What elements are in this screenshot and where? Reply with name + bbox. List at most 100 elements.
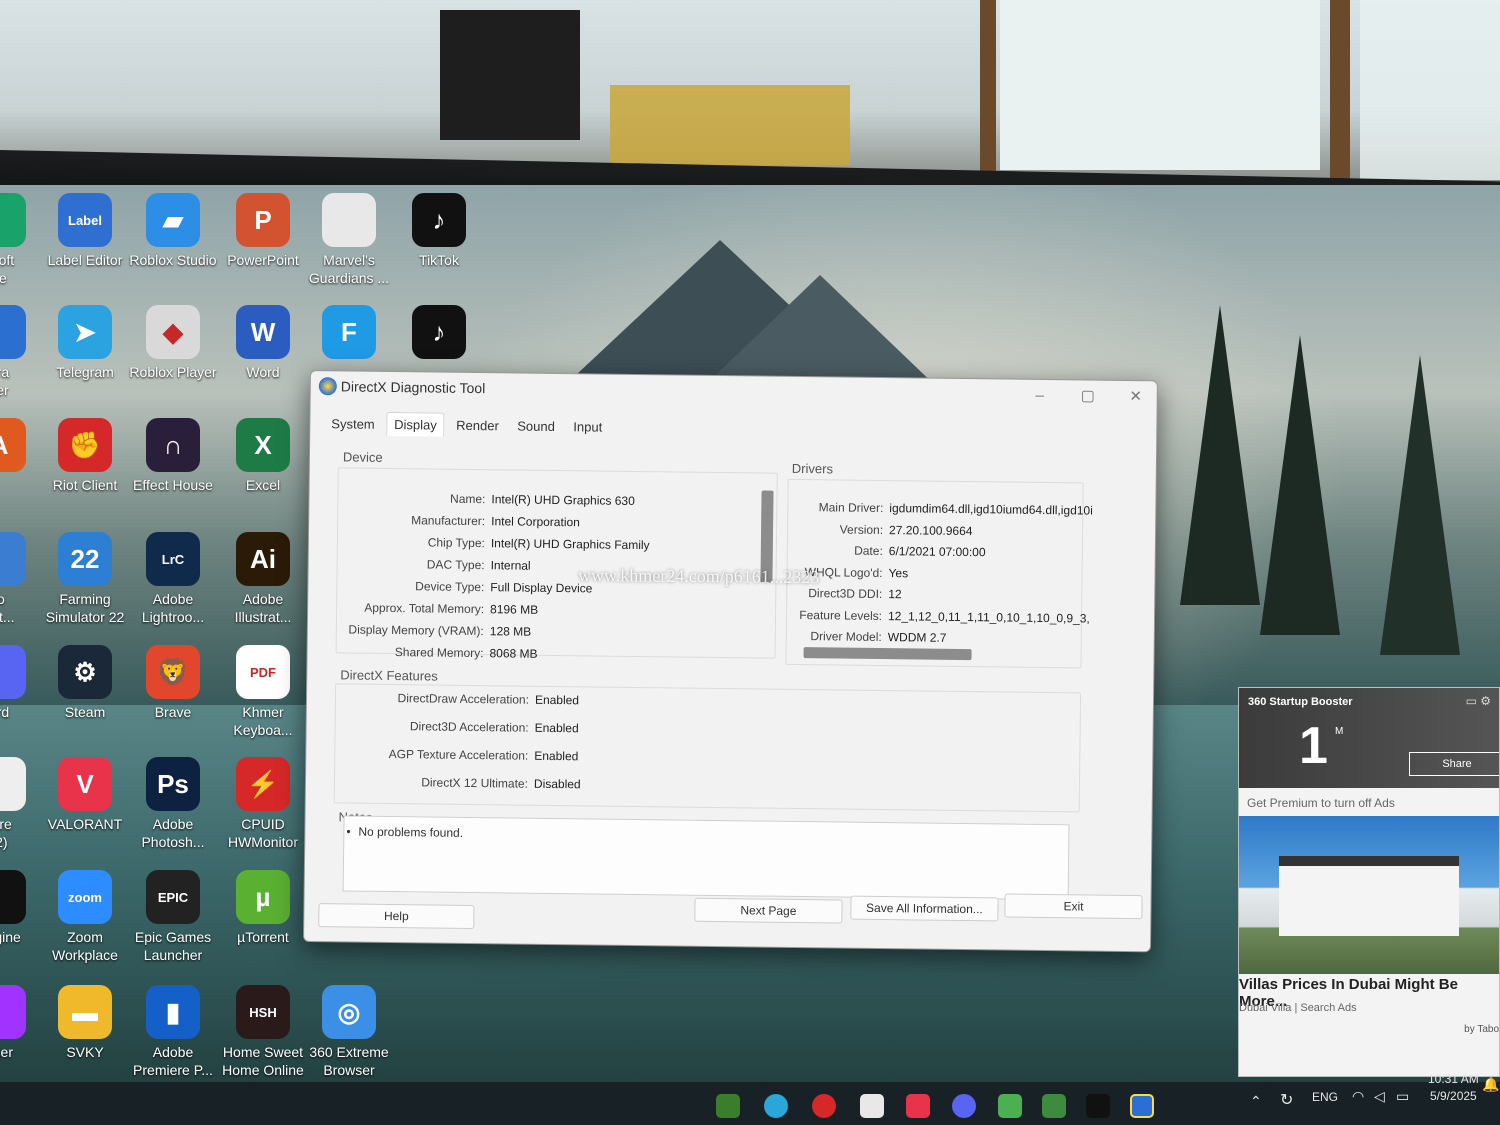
desktop-icon-tiktok-1[interactable]: ♪ TikTok bbox=[394, 193, 484, 269]
driver-value: 12_1,12_0,11_1,11_0,10_1,10_0,9_3, bbox=[887, 608, 1090, 626]
desktop-icon-app-f[interactable]: F bbox=[304, 305, 394, 363]
exit-button[interactable]: Exit bbox=[1004, 893, 1143, 920]
ad-image[interactable] bbox=[1239, 816, 1499, 974]
desktop-icon-zoom[interactable]: zoom Zoom Workplace bbox=[40, 870, 130, 964]
drivers-heading: Drivers bbox=[791, 460, 834, 477]
notes-box[interactable]: No problems found. bbox=[342, 815, 1070, 901]
desktop-icon-roblox-player[interactable]: ◆ Roblox Player bbox=[128, 305, 218, 381]
tab-input[interactable]: Input bbox=[566, 415, 609, 439]
desktop-icon-discord-cut[interactable]: ord bbox=[0, 645, 44, 721]
taskbar-app-icon[interactable] bbox=[952, 1094, 976, 1118]
clock-time[interactable]: 10:31 AM bbox=[1428, 1072, 1479, 1086]
device-value: 8068 MB bbox=[489, 646, 538, 661]
close-button[interactable]: ✕ bbox=[1119, 385, 1153, 409]
desktop-icon-brave[interactable]: 🦁 Brave bbox=[128, 645, 218, 721]
language-indicator[interactable]: ENG bbox=[1312, 1090, 1338, 1104]
desktop-icon-label: Label Editor bbox=[47, 252, 123, 268]
desktop-icon-home-sweet-home[interactable]: HSH Home Sweet Home Online bbox=[218, 985, 308, 1079]
desktop-icon-steam[interactable]: ⚙ Steam bbox=[40, 645, 130, 721]
desktop-icon-effect-house[interactable]: ∩ Effect House bbox=[128, 418, 218, 494]
driver-label: Main Driver: bbox=[818, 500, 884, 516]
driver-value: WDDM 2.7 bbox=[887, 630, 947, 645]
directx-taskbar-icon[interactable] bbox=[1130, 1094, 1154, 1118]
desktop-icon-utorrent[interactable]: µ µTorrent bbox=[218, 870, 308, 946]
desktop-icon-cpuid-hwmonitor[interactable]: ⚡ CPUID HWMonitor bbox=[218, 757, 308, 851]
taskbar-app-icon[interactable] bbox=[1042, 1094, 1066, 1118]
desktop-icon-adobe-premiere[interactable]: ▮ Adobe Premiere P... bbox=[128, 985, 218, 1079]
device-row: Device Type: Full Display Device bbox=[324, 577, 592, 596]
desktop-icon-app-a[interactable]: A bbox=[0, 418, 44, 476]
tiktok-icon[interactable] bbox=[1086, 1094, 1110, 1118]
help-button[interactable]: Help bbox=[318, 903, 475, 930]
tab-display[interactable]: Display bbox=[385, 411, 445, 437]
desktop-icon-riot-client[interactable]: ✊ Riot Client bbox=[40, 418, 130, 494]
tab-render[interactable]: Render bbox=[449, 414, 506, 438]
desktop-icon-powerpoint[interactable]: P PowerPoint bbox=[218, 193, 308, 269]
minimize-button[interactable]: – bbox=[1023, 384, 1057, 408]
desktop-icon-farming-simulator[interactable]: 22 Farming Simulator 22 bbox=[40, 532, 130, 626]
desktop-icon-wire-cut[interactable]: wire (2) bbox=[0, 757, 44, 851]
desktop-icon-browser-2[interactable]: era ser bbox=[0, 305, 44, 399]
maximize-button[interactable]: ▢ bbox=[1071, 384, 1105, 408]
desktop-icon-microsoft-edge[interactable]: osoft ge bbox=[0, 193, 44, 287]
desktop-icon-label: ord bbox=[0, 704, 10, 720]
tab-sound[interactable]: Sound bbox=[510, 414, 562, 438]
desktop-icon-engine-cut[interactable]: Engine bbox=[0, 870, 44, 946]
desktop-icon-label: Farming Simulator 22 bbox=[45, 591, 125, 625]
desktop-icon-label-editor[interactable]: Label Label Editor bbox=[40, 193, 130, 269]
taskbar-app-icon[interactable] bbox=[716, 1094, 740, 1118]
volume-icon[interactable]: ◁ bbox=[1374, 1088, 1385, 1105]
device-label: Chip Type: bbox=[427, 535, 485, 551]
brave-icon: 🦁 bbox=[146, 645, 200, 699]
save-all-information-button[interactable]: Save All Information... bbox=[850, 895, 999, 922]
device-value: Intel Corporation bbox=[491, 514, 580, 530]
share-button[interactable]: Share bbox=[1409, 752, 1499, 776]
driver-row: Version: 27.20.100.9664 bbox=[779, 520, 973, 538]
feature-row: DirectDraw Acceleration: Enabled bbox=[333, 689, 580, 708]
tab-system[interactable]: System bbox=[324, 412, 382, 436]
desktop-icon-marvels-guardians[interactable]: Marvel's Guardians ... bbox=[304, 193, 394, 287]
desktop-icon-adobe-lightroom[interactable]: LrC Adobe Lightroo... bbox=[128, 532, 218, 626]
desktop-icon-label: Roblox Studio bbox=[129, 252, 217, 268]
drivers-hscrollbar[interactable] bbox=[803, 647, 972, 661]
desktop-icon-adobe-illustrator[interactable]: Ai Adobe Illustrat... bbox=[218, 532, 308, 626]
desktop-icon-svky[interactable]: ▬ SVKY bbox=[40, 985, 130, 1061]
driver-value: igdumdim64.dll,igd10iumd64.dll,igd10i bbox=[889, 501, 1093, 518]
taskbar-app-icon[interactable] bbox=[860, 1094, 884, 1118]
notification-bell-icon[interactable]: 🔔 bbox=[1482, 1076, 1499, 1093]
discord-cut-icon bbox=[0, 645, 26, 699]
desktop-icon-label: TikTok bbox=[419, 252, 459, 268]
chevron-up-icon[interactable]: ⌃ bbox=[1250, 1093, 1262, 1110]
desktop-icon-epic-games[interactable]: EPIC Epic Games Launcher bbox=[128, 870, 218, 964]
adobe-lightroom-icon: LrC bbox=[146, 532, 200, 586]
startup-booster-popup[interactable]: 360 Startup Booster ▭ ⚙ 1 M Share Get Pr… bbox=[1238, 687, 1500, 1077]
directx-diagnostic-window[interactable]: DirectX Diagnostic Tool – ▢ ✕ System Dis… bbox=[303, 370, 1158, 953]
taskbar-app-icon[interactable] bbox=[906, 1094, 930, 1118]
desktop-icon-360-browser[interactable]: ◎ 360 Extreme Browser bbox=[304, 985, 394, 1079]
window-pane bbox=[1000, 0, 1320, 170]
desktop-icon-adobe-photoshop[interactable]: Ps Adobe Photosh... bbox=[128, 757, 218, 851]
speaker-object bbox=[440, 10, 580, 140]
booster-settings-icon[interactable]: ▭ ⚙ bbox=[1466, 694, 1491, 708]
desktop-icon-telegram[interactable]: ➤ Telegram bbox=[40, 305, 130, 381]
device-value: Intel(R) UHD Graphics Family bbox=[490, 536, 650, 553]
premium-link[interactable]: Get Premium to turn off Ads bbox=[1247, 796, 1395, 810]
messenger-cut-icon bbox=[0, 985, 26, 1039]
next-page-button[interactable]: Next Page bbox=[694, 897, 843, 924]
desktop-icon-farming-sim-cut[interactable]: to arit... bbox=[0, 532, 44, 626]
taskbar-app-icon[interactable] bbox=[998, 1094, 1022, 1118]
desktop-icon-tiktok-2[interactable]: ♪ bbox=[394, 305, 484, 363]
sync-icon[interactable]: ↻ bbox=[1280, 1090, 1293, 1110]
desktop-icon-valorant[interactable]: V VALORANT bbox=[40, 757, 130, 833]
desktop-icon-roblox-studio[interactable]: ▰ Roblox Studio bbox=[128, 193, 218, 269]
taskbar-app-icon[interactable] bbox=[764, 1094, 788, 1118]
clock-date[interactable]: 5/9/2025 bbox=[1430, 1089, 1477, 1103]
taskbar-app-icon[interactable] bbox=[812, 1094, 836, 1118]
desktop-icon-messenger-cut[interactable]: nger bbox=[0, 985, 44, 1061]
steam-icon: ⚙ bbox=[58, 645, 112, 699]
wifi-icon[interactable]: ◠ bbox=[1352, 1088, 1364, 1105]
desktop-icon-khmer-keyboard[interactable]: PDF Khmer Keyboa... bbox=[218, 645, 308, 739]
battery-icon[interactable]: ▭ bbox=[1396, 1088, 1409, 1105]
desktop-icon-word[interactable]: W Word bbox=[218, 305, 308, 381]
desktop-icon-excel[interactable]: X Excel bbox=[218, 418, 308, 494]
